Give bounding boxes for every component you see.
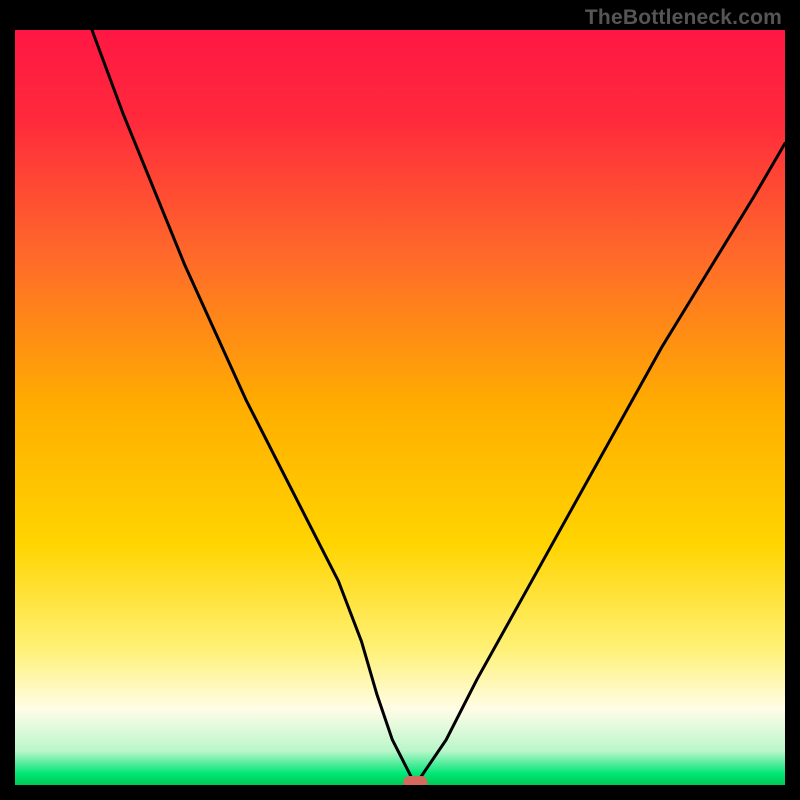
attribution-text: TheBottleneck.com [585,6,782,30]
bottleneck-chart [15,30,785,785]
chart-frame [15,30,785,785]
gradient-background [15,30,785,785]
optimal-marker [403,776,427,785]
